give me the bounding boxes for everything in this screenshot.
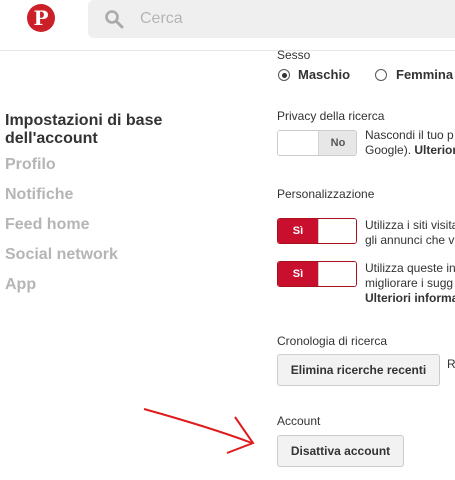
sidebar-item-app[interactable]: App [5,270,235,300]
radio-maschio-label[interactable]: Maschio [298,67,350,82]
toggle-state: Sì [278,219,318,243]
toggle-knob [278,131,318,155]
personalization-label: Personalizzazione [277,187,375,201]
radio-femmina-label[interactable]: Femmina [396,67,453,82]
personalization-more-link[interactable]: Ulteriori informa [365,291,455,305]
personalization-desc-2-line1: Utilizza queste in [365,261,455,275]
top-bar: P Cerca [0,0,455,51]
privacy-more-link[interactable]: Ulterior [414,143,455,157]
sidebar-item-social-network[interactable]: Social network [5,240,235,270]
sidebar-item-notifiche[interactable]: Notifiche [5,180,235,210]
settings-sidebar: Impostazioni di base dell'account Profil… [5,112,235,300]
personalization-desc-2: Utilizza queste in migliorare i sugg Ult… [365,261,455,306]
personalization-desc-1-line1: Utilizza i siti visita [365,218,455,232]
toggle-state: Sì [278,262,318,286]
personalization-toggle-2[interactable]: Sì [277,261,357,287]
personalization-desc-2-line2: migliorare i sugg [365,276,454,290]
personalization-desc-1-line2: gli annunci che v [365,233,455,247]
privacy-desc-line2: Google). [365,143,415,157]
deactivate-account-button[interactable]: Disattiva account [277,435,404,467]
privacy-label: Privacy della ricerca [277,109,385,123]
privacy-description: Nascondi il tuo p Google). Ulterior [365,128,455,158]
pinterest-logo[interactable]: P [27,4,55,32]
sidebar-heading[interactable]: Impostazioni di base dell'account [5,112,235,148]
toggle-knob [318,219,356,243]
privacy-toggle[interactable]: No [277,130,357,156]
personalization-desc-1: Utilizza i siti visita gli annunci che v [365,218,455,248]
clear-recent-searches-button[interactable]: Elimina ricerche recenti [277,354,440,386]
radio-maschio[interactable] [278,69,290,81]
history-trailing-text: R [447,357,455,371]
toggle-state: No [318,131,356,155]
sidebar-item-profilo[interactable]: Profilo [5,150,235,180]
search-input[interactable]: Cerca [140,10,183,28]
radio-femmina[interactable] [375,69,387,81]
toggle-knob [318,262,356,286]
red-arrow-icon [143,408,255,454]
privacy-desc-line1: Nascondi il tuo p [365,128,454,142]
gender-label: Sesso [277,48,311,62]
pinterest-p-icon: P [33,6,49,30]
sidebar-item-feed-home[interactable]: Feed home [5,210,235,240]
search-icon [105,10,124,29]
account-label: Account [277,414,321,428]
personalization-toggle-1[interactable]: Sì [277,218,357,244]
history-label: Cronologia di ricerca [277,334,388,348]
